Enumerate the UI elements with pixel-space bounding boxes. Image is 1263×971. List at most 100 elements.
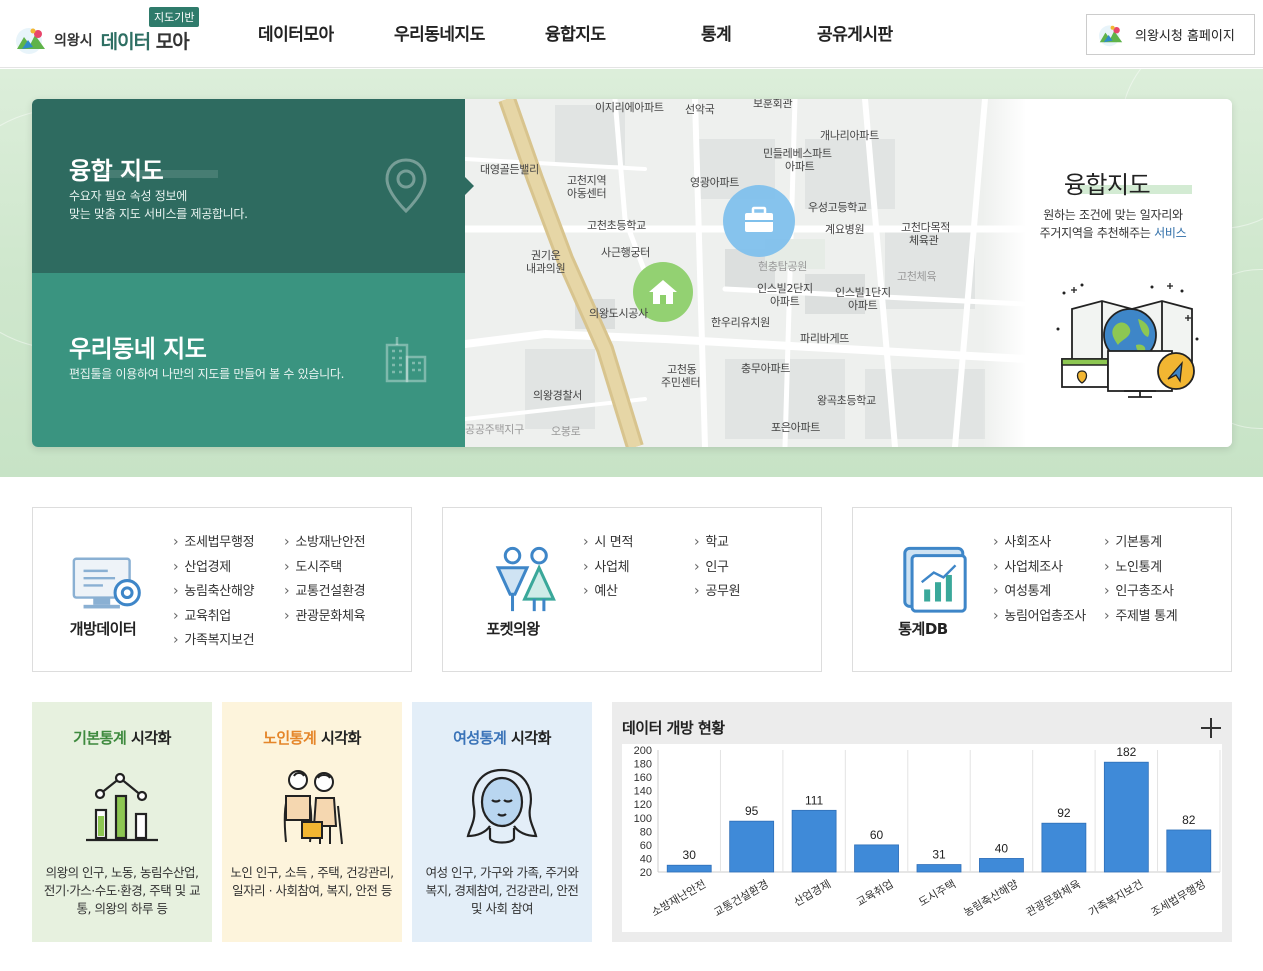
bar-관광문화체육 — [1041, 822, 1087, 873]
viz-title-highlight: 기본통계 — [73, 729, 127, 747]
open-data-box: 개방데이터 조세법무행정 소방재난안전 산업경제 도시주택 농림축산해양 교통건… — [32, 507, 412, 672]
x-tick-label: 도시주택 — [917, 878, 959, 910]
viz-desc: 여성 인구, 가구와 가족, 주거와 복지, 경제참여, 건강관리, 안전 및 … — [425, 865, 579, 916]
map-label: 인스빌2단지 — [757, 282, 813, 295]
x-tick-label: 교통건설환경 — [712, 878, 771, 920]
bar-value-label: 95 — [745, 804, 759, 818]
city-homepage-button[interactable]: 의왕시청 홈페이지 — [1086, 14, 1255, 55]
link-family-welfare[interactable]: 가족복지보건 — [173, 629, 254, 648]
more-plus-icon[interactable] — [1200, 717, 1222, 739]
viz-title: 기본통계 시각화 — [32, 727, 212, 748]
link-school[interactable]: 학교 — [694, 531, 729, 550]
panel-title: 우리동네 지도 — [69, 335, 207, 363]
y-tick-label: 100 — [634, 813, 652, 825]
map-label: 아동센터 — [567, 187, 607, 200]
bar-조세법무행정 — [1166, 829, 1212, 873]
link-tax-legal[interactable]: 조세법무행정 — [173, 531, 254, 550]
basic-stats-viz-card[interactable]: 기본통계 시각화 의왕의 인구, 노동, 농림수산업, 전기·가스·수도·환경,… — [32, 702, 212, 942]
bar-value-label: 92 — [1057, 806, 1071, 820]
link-budget[interactable]: 예산 — [583, 580, 618, 599]
bar-chart: 2001801601401201008060402030소방재난안전95교통건설… — [634, 745, 1221, 920]
link-officials[interactable]: 공무원 — [694, 580, 740, 599]
y-tick-label: 80 — [640, 826, 652, 838]
x-tick-label: 소방재난안전 — [649, 878, 708, 920]
link-business[interactable]: 사업체 — [583, 556, 629, 575]
map-label: 계요병원 — [825, 223, 865, 236]
link-fire-safety[interactable]: 소방재난안전 — [284, 531, 365, 550]
link-education-job[interactable]: 교육취업 — [173, 605, 231, 624]
link-basic-stats[interactable]: 기본통계 — [1104, 531, 1162, 550]
bar-교육취업 — [854, 844, 899, 873]
briefcase-icon[interactable] — [723, 185, 795, 257]
map-label: 고천체육 — [897, 270, 937, 283]
map-label: 이지리에아파트 — [595, 101, 664, 114]
fusion-map-title: 융합지도 — [1063, 171, 1151, 199]
x-tick-label: 관광문화체육 — [1024, 878, 1083, 920]
hero-card: 융합 지도 수요자 필요 속성 정보에 맞는 맞춤 지도 서비스를 제공합니다.… — [32, 99, 1232, 447]
link-women-stats[interactable]: 여성통계 — [993, 580, 1051, 599]
y-tick-label: 140 — [634, 786, 652, 798]
map-label: 왕곡초등학교 — [817, 394, 876, 407]
viz-title-highlight: 노인통계 — [263, 729, 317, 747]
chart-area: 200 180 160 140 120 100 80 60 40 20 30 소방재난안전 95 교통건설… — [622, 744, 1222, 932]
map-label: 사근행궁터 — [601, 246, 651, 259]
desc-line: 주거지역을 추천해주는 — [1039, 226, 1151, 240]
bar-value-label: 111 — [805, 793, 824, 807]
nav-board[interactable]: 공유게시판 — [817, 20, 893, 45]
active-panel-arrow — [465, 177, 474, 195]
desc-line: 원하는 조건에 맞는 일자리와 — [1043, 208, 1183, 222]
nav-fusion-map[interactable]: 융합지도 — [545, 20, 606, 45]
map-label: 우성고등학교 — [808, 201, 867, 214]
bar-value-label: 82 — [1182, 813, 1196, 827]
nav-data-moa[interactable]: 데이터모아 — [258, 20, 334, 45]
header: 의왕시 데이터 모아 지도기반 데이터모아 우리동네지도 융합지도 통계 공유게… — [0, 0, 1263, 68]
bar-농림축산해양 — [979, 858, 1024, 873]
link-business-survey[interactable]: 사업체조사 — [993, 556, 1063, 575]
link-population[interactable]: 인구 — [694, 556, 729, 575]
map-preview[interactable]: 이지리에아파트 선악국 보훈회관 개나리아파트 민들레베스파트 아파트 대영골든… — [465, 99, 1025, 447]
bar-value-label: 30 — [683, 848, 697, 862]
y-tick-label: 160 — [634, 772, 652, 784]
map-label: 공공주택지구 — [465, 423, 524, 436]
nav-neighborhood-map[interactable]: 우리동네지도 — [394, 20, 485, 45]
neighborhood-map-panel[interactable]: 우리동네 지도 편집툴을 이용하여 나만의 지도를 만들어 볼 수 있습니다. — [32, 273, 465, 447]
map-label: 인스빌1단지 — [835, 286, 891, 299]
link-agri-census[interactable]: 농림어업총조사 — [993, 605, 1086, 624]
link-census[interactable]: 인구총조사 — [1104, 580, 1174, 599]
elderly-icon — [283, 770, 343, 845]
link-elderly-stats[interactable]: 노인통계 — [1104, 556, 1162, 575]
link-industry-economy[interactable]: 산업경제 — [173, 556, 231, 575]
panel-desc: 수요자 필요 속성 정보에 맞는 맞춤 지도 서비스를 제공합니다. — [69, 187, 248, 223]
link-topic-stats[interactable]: 주제별 통계 — [1104, 605, 1177, 624]
y-tick-label: 60 — [640, 840, 652, 852]
fusion-map-panel[interactable]: 융합 지도 수요자 필요 속성 정보에 맞는 맞춤 지도 서비스를 제공합니다. — [32, 99, 465, 273]
y-tick-label: 20 — [640, 867, 652, 879]
link-transport-env[interactable]: 교통건설환경 — [284, 580, 365, 599]
map-label: 의왕경찰서 — [533, 389, 583, 402]
women-stats-viz-card[interactable]: 여성통계 시각화 여성 인구, 가구와 가족, 주거와 복지, 경제참여, 건강… — [412, 702, 592, 942]
chart-title: 데이터 개방 현황 — [622, 719, 725, 737]
fusion-map-info: 융합지도 원하는 조건에 맞는 일자리와 주거지역을 추천해주는 서비스 — [982, 99, 1232, 447]
map-label: 보훈회관 — [753, 99, 793, 110]
link-city-area[interactable]: 시 면적 — [583, 531, 633, 550]
site-logo[interactable]: 의왕시 데이터 모아 — [14, 22, 190, 58]
map-label: 체육관 — [909, 234, 939, 247]
pocket-uiwang-box: 포켓의왕 시 면적 학교 사업체 인구 예산 공무원 — [442, 507, 822, 672]
map-label: 파리바게뜨 — [800, 332, 850, 345]
link-social-survey[interactable]: 사회조사 — [993, 531, 1051, 550]
data-open-status-card: 데이터 개방 현황 200 180 160 140 120 100 80 60 40 20 30 소방… — [612, 702, 1232, 942]
x-tick-label: 교육취업 — [854, 878, 896, 910]
stats-db-title: 통계DB — [898, 620, 948, 638]
x-tick-label: 조세법무행정 — [1149, 878, 1208, 920]
map-label: 충무아파트 — [741, 362, 791, 375]
link-agri-fish[interactable]: 농림축산해양 — [173, 580, 254, 599]
nav-statistics[interactable]: 통계 — [701, 20, 732, 45]
bar-value-label: 182 — [1116, 745, 1136, 759]
viz-title-rest: 시각화 — [126, 729, 171, 747]
elderly-stats-viz-card[interactable]: 노인통계 시각화 노인 인구, 소득 , 주택, 건강관리, 일자리 · 사회참… — [222, 702, 402, 942]
panel-desc-line: 맞는 맞춤 지도 서비스를 제공합니다. — [69, 207, 248, 221]
link-urban-housing[interactable]: 도시주택 — [284, 556, 342, 575]
bar-value-label: 60 — [870, 828, 884, 842]
link-tourism-culture[interactable]: 관광문화체육 — [284, 605, 365, 624]
map-label: 권기운 — [531, 249, 561, 262]
